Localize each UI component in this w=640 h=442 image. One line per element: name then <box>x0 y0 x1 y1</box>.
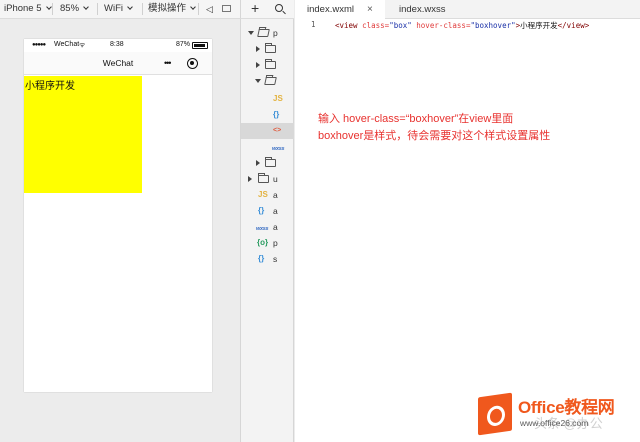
line-number: 1 <box>311 20 316 29</box>
carrier-label: WeChat <box>54 41 80 48</box>
status-time: 8:38 <box>110 41 124 48</box>
nav-title: WeChat <box>102 58 134 68</box>
close-tab-icon[interactable]: × <box>367 0 373 19</box>
tree-file-wxss[interactable]: wxss <box>241 139 294 155</box>
folder-icon <box>265 59 276 69</box>
wifi-icon: ᯤ <box>79 42 86 49</box>
simulator-pane: ●●●●● WeChat ᯤ 8:38 87% WeChat ••• 小程序开发 <box>0 19 240 442</box>
tree-file-app-wxss[interactable]: wxss a <box>241 219 294 235</box>
config-file-icon: {o} <box>257 238 269 247</box>
annotation-text: 输入 hover-class=“boxhover”在view里面 boxhove… <box>318 111 618 145</box>
tree-file-app-js[interactable]: JS a <box>241 187 294 203</box>
navigation-bar: WeChat ••• <box>24 52 212 75</box>
tree-folder[interactable] <box>241 155 294 171</box>
tree-folder-index[interactable] <box>241 73 294 89</box>
wxss-file-icon: wxss <box>272 146 285 152</box>
folder-icon <box>265 43 276 53</box>
folder-open-icon <box>264 77 277 85</box>
toolbar-divider <box>97 3 98 15</box>
chevron-right-icon <box>256 160 260 166</box>
tree-file-js[interactable]: JS <box>241 91 294 107</box>
watermark-subtitle: www.office26.com <box>520 418 589 428</box>
chevron-down-icon <box>255 79 261 83</box>
folder-icon <box>258 173 269 183</box>
folder-open-icon <box>257 29 270 37</box>
watermark-title: Office教程网 <box>518 398 615 417</box>
close-capsule-icon[interactable] <box>187 58 198 69</box>
toolbar-divider <box>198 3 199 15</box>
code-line[interactable]: <view class="box" hover-class="boxhover"… <box>335 20 589 31</box>
chevron-right-icon <box>256 46 260 52</box>
status-bar: ●●●●● WeChat ᯤ 8:38 87% <box>24 39 212 52</box>
json-file-icon: {} <box>258 254 265 263</box>
simulate-select[interactable]: 模拟操作 <box>148 0 196 18</box>
tree-file-app-json[interactable]: {} a <box>241 203 294 219</box>
office-logo-icon <box>478 392 512 436</box>
watermark: 头条 @办公 Office教程网 www.office26.com <box>478 392 638 437</box>
file-tree: p JS {} <> wxss u JS a {} a wxss a {o} p… <box>240 19 294 442</box>
annotation-line: boxhover是样式，待会需要对这个样式设置属性 <box>318 130 551 142</box>
signal-icon: ●●●●● <box>32 42 46 48</box>
file-tree-toolbar: + <box>240 0 294 19</box>
js-file-icon: JS <box>273 94 283 103</box>
code-editor[interactable]: 1 <view class="box" hover-class="boxhove… <box>295 19 640 442</box>
tree-file-project-config[interactable]: {o} p <box>241 235 294 251</box>
editor-tab-bar: index.wxml × index.wxss <box>295 0 640 19</box>
chevron-down-icon <box>190 4 196 10</box>
chevron-down-icon <box>83 4 89 10</box>
tree-file-sitemap[interactable]: {} s <box>241 251 294 267</box>
chevron-down-icon <box>45 4 52 10</box>
network-select[interactable]: WiFi <box>104 0 133 18</box>
zoom-select[interactable]: 85% <box>60 0 89 18</box>
window-icon[interactable] <box>222 0 231 18</box>
add-file-icon[interactable]: + <box>251 0 259 17</box>
hover-box[interactable]: 小程序开发 <box>24 76 142 193</box>
tree-folder-utils[interactable]: u <box>241 171 294 187</box>
search-icon[interactable] <box>275 4 283 12</box>
box-text: 小程序开发 <box>25 81 75 92</box>
battery-percent: 87% <box>176 41 191 48</box>
chevron-down-icon <box>127 4 133 10</box>
tree-folder-pages[interactable]: p <box>241 25 294 41</box>
tree-file-json[interactable]: {} <box>241 107 294 123</box>
device-select[interactable]: iPhone 5 <box>4 0 52 18</box>
chevron-right-icon <box>256 62 260 68</box>
folder-icon <box>265 157 276 167</box>
more-icon[interactable]: ••• <box>164 58 172 68</box>
tree-file-wxml[interactable]: <> <box>241 123 294 139</box>
json-file-icon: {} <box>258 206 265 215</box>
chevron-down-icon <box>248 31 254 35</box>
tree-folder[interactable] <box>241 57 294 73</box>
phone-screen: ●●●●● WeChat ᯤ 8:38 87% WeChat ••• 小程序开发 <box>24 39 212 392</box>
tab-index-wxss[interactable]: index.wxss <box>387 0 477 19</box>
wxml-file-icon: <> <box>273 127 282 134</box>
toolbar-divider <box>142 3 143 15</box>
tree-folder[interactable] <box>241 41 294 57</box>
js-file-icon: JS <box>258 190 268 199</box>
chevron-right-icon <box>248 176 252 182</box>
json-file-icon: {} <box>273 110 280 119</box>
wxss-file-icon: wxss <box>256 226 269 232</box>
battery-icon <box>192 42 208 49</box>
sound-icon[interactable]: ◁ <box>206 0 213 18</box>
tab-index-wxml[interactable]: index.wxml × <box>295 0 385 19</box>
annotation-line: 输入 hover-class=“boxhover”在view里面 <box>318 113 514 125</box>
simulator-toolbar: iPhone 5 85% WiFi 模拟操作 ◁ <box>0 0 240 19</box>
toolbar-divider <box>52 3 53 15</box>
